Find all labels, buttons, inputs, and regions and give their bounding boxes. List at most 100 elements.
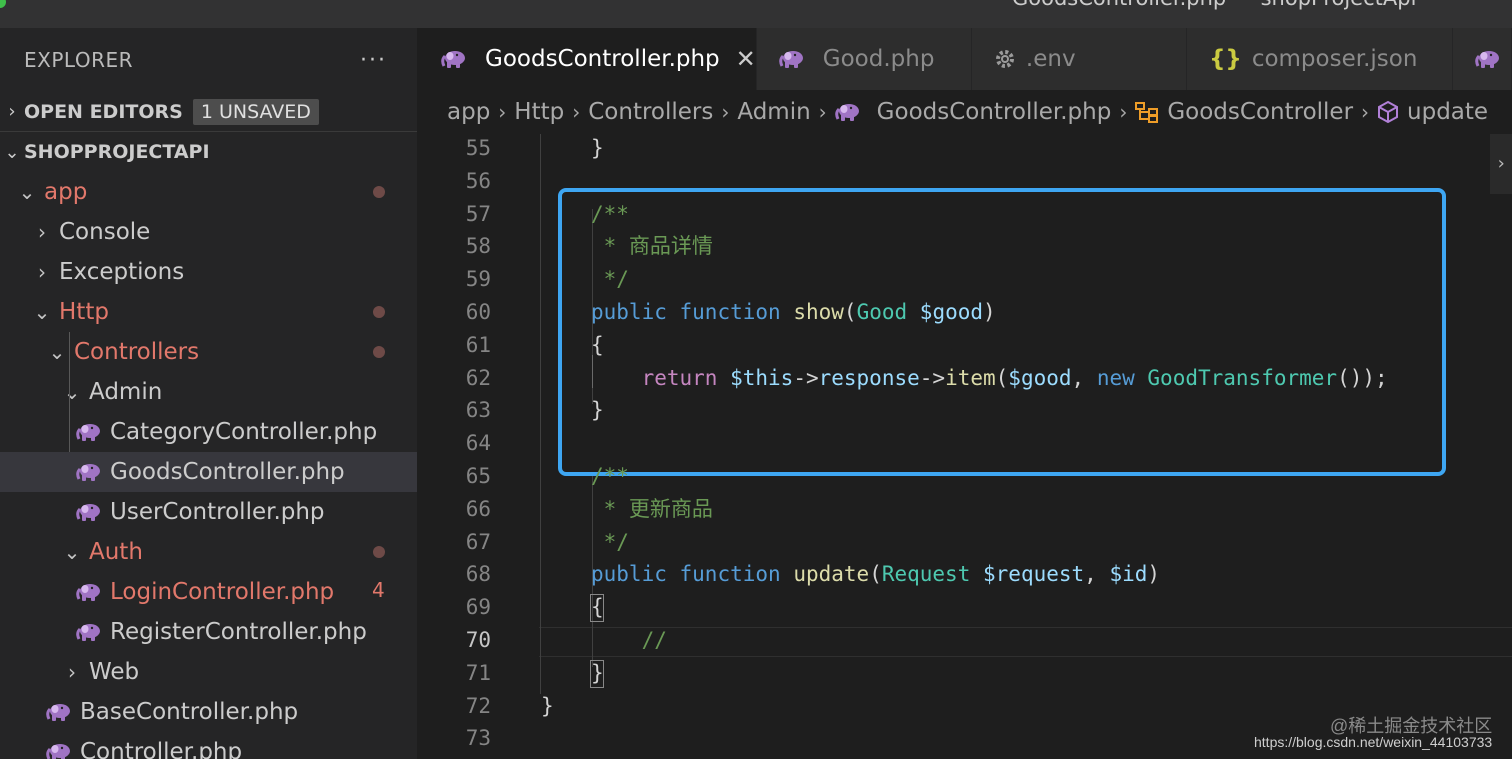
- code-line[interactable]: 68 public function update(Request $reques…: [419, 558, 1512, 591]
- code-line[interactable]: 66 * 更新商品: [419, 493, 1512, 526]
- tree-folder[interactable]: › Web: [0, 652, 417, 692]
- line-number: 69: [465, 595, 491, 620]
- tree-file[interactable]: Controller.php: [0, 732, 417, 759]
- php-elephant-icon: [76, 504, 100, 521]
- chevron-down-icon: ⌄: [18, 180, 36, 204]
- code-line[interactable]: 58 * 商品详情: [419, 230, 1512, 263]
- tab-label: composer.json: [1251, 46, 1418, 72]
- tree-folder[interactable]: › Exceptions: [0, 252, 417, 292]
- tree-folder[interactable]: ⌄ Auth: [0, 532, 417, 572]
- problem-count-badge: 4: [372, 578, 385, 602]
- code-token: $this: [730, 365, 794, 390]
- tree-item-label: Controllers: [74, 339, 200, 365]
- breadcrumb-separator-icon: ›: [572, 100, 581, 124]
- tab-env[interactable]: .env: [971, 28, 1188, 90]
- code-token: $good: [1008, 365, 1072, 390]
- breadcrumb-item[interactable]: Http: [514, 99, 564, 125]
- tree-file[interactable]: RegisterController.php: [0, 612, 417, 652]
- more-actions-icon[interactable]: ···: [360, 48, 387, 73]
- code-text: }: [591, 657, 604, 690]
- chevron-down-icon: ⌄: [63, 540, 81, 564]
- tree-file[interactable]: LoginController.php 4: [0, 572, 417, 612]
- tree-file[interactable]: CategoryController.php: [0, 412, 417, 452]
- chevron-right-icon: ›: [8, 101, 16, 122]
- code-token: {: [591, 595, 604, 620]
- breadcrumb-item[interactable]: update: [1407, 99, 1488, 125]
- tree-file[interactable]: GoodsController.php: [0, 452, 417, 492]
- code-token: ): [1147, 562, 1161, 587]
- explorer-sidebar: EXPLORER ··· › OPEN EDITORS 1 UNSAVED ⌄ …: [0, 28, 418, 759]
- tree-folder[interactable]: ⌄ Controllers: [0, 332, 417, 372]
- project-section[interactable]: ⌄ SHOPPROJECTAPI: [0, 132, 417, 172]
- code-text: /**: [591, 460, 629, 493]
- code-token: }: [591, 660, 604, 685]
- tree-file[interactable]: UserController.php: [0, 492, 417, 532]
- code-text: }: [541, 690, 554, 723]
- watermark-url: https://blog.csdn.net/weixin_44103733: [1254, 734, 1493, 750]
- code-line[interactable]: 59 */: [419, 263, 1512, 296]
- code-line[interactable]: 55}: [419, 134, 1512, 165]
- tree-item-label: Controller.php: [80, 739, 243, 759]
- code-text: * 商品详情: [591, 230, 713, 263]
- code-line[interactable]: 62 return $this->response->item($good, n…: [419, 362, 1512, 395]
- code-line[interactable]: 70 //: [419, 624, 1512, 657]
- tree-item-label: Admin: [89, 379, 163, 405]
- tree-folder[interactable]: ⌄ Http: [0, 292, 417, 332]
- tree-file[interactable]: BaseController.php: [0, 692, 417, 732]
- project-label: SHOPPROJECTAPI: [24, 141, 210, 163]
- explorer-header: EXPLORER ···: [0, 28, 417, 92]
- code-line[interactable]: 64: [419, 427, 1512, 460]
- breadcrumb-item[interactable]: Controllers: [588, 99, 713, 125]
- modified-dot-icon: [373, 186, 385, 198]
- breadcrumb-item[interactable]: GoodsController.php: [877, 99, 1112, 125]
- code-editor[interactable]: › 55} 56 57/** 58 * 商品详情 59 */60 public funct…: [419, 134, 1512, 759]
- chevron-down-icon: ⌄: [63, 380, 81, 404]
- window-zoom-button[interactable]: [0, 0, 6, 8]
- code-token: ->: [919, 365, 946, 390]
- unsaved-badge: 1 UNSAVED: [192, 98, 319, 125]
- code-line[interactable]: 61 {: [419, 329, 1512, 362]
- code-token: function: [679, 562, 781, 587]
- tab-label: Good.php: [822, 46, 935, 72]
- tab-good-php[interactable]: Good.php: [756, 28, 972, 90]
- window-title: GoodsController.php — shopProjectApi: [1012, 0, 1416, 10]
- open-editors-section[interactable]: › OPEN EDITORS 1 UNSAVED: [0, 92, 417, 132]
- php-elephant-icon: [76, 584, 100, 601]
- code-text: {: [591, 591, 604, 624]
- tree-item-label: LoginController.php: [110, 579, 335, 605]
- code-token: item: [945, 365, 996, 390]
- braces-icon: {}: [1209, 46, 1242, 72]
- tree-item-label: Auth: [89, 539, 143, 565]
- modified-dot-icon: [373, 306, 385, 318]
- code-line[interactable]: 57 /**: [419, 198, 1512, 231]
- tab-label: .env: [1025, 46, 1076, 72]
- tree-item-label: Exceptions: [59, 259, 185, 285]
- tree-folder[interactable]: ⌄ Admin: [0, 372, 417, 412]
- code-line[interactable]: 56: [419, 165, 1512, 198]
- code-text: return $this->response->item($good, new …: [591, 362, 1388, 395]
- breadcrumb-item[interactable]: app: [447, 99, 490, 125]
- code-text: //: [591, 624, 667, 657]
- tab-goodscontroller-php[interactable]: GoodsController.php ✕: [419, 28, 757, 90]
- code-line[interactable]: 63}: [419, 394, 1512, 427]
- tree-folder[interactable]: › Console: [0, 212, 417, 252]
- code-line[interactable]: 71}: [419, 657, 1512, 690]
- code-line[interactable]: 69 {: [419, 591, 1512, 624]
- code-line[interactable]: 67 */: [419, 526, 1512, 559]
- close-tab-icon[interactable]: ✕: [736, 45, 756, 73]
- tab-composer-json[interactable]: {} composer.json: [1187, 28, 1453, 90]
- code-line[interactable]: 65 /**: [419, 460, 1512, 493]
- php-elephant-icon: [1475, 51, 1499, 68]
- chevron-right-icon: ›: [68, 660, 76, 684]
- tab-overflow[interactable]: [1452, 28, 1512, 90]
- breadcrumb-item[interactable]: GoodsController: [1167, 99, 1353, 125]
- breadcrumb-item[interactable]: Admin: [737, 99, 810, 125]
- code-line[interactable]: 60 public function show(Good $good): [419, 296, 1512, 329]
- code-token: $request: [983, 562, 1085, 587]
- tree-folder[interactable]: ⌄ app: [0, 172, 417, 212]
- tree-item-label: Console: [59, 219, 151, 245]
